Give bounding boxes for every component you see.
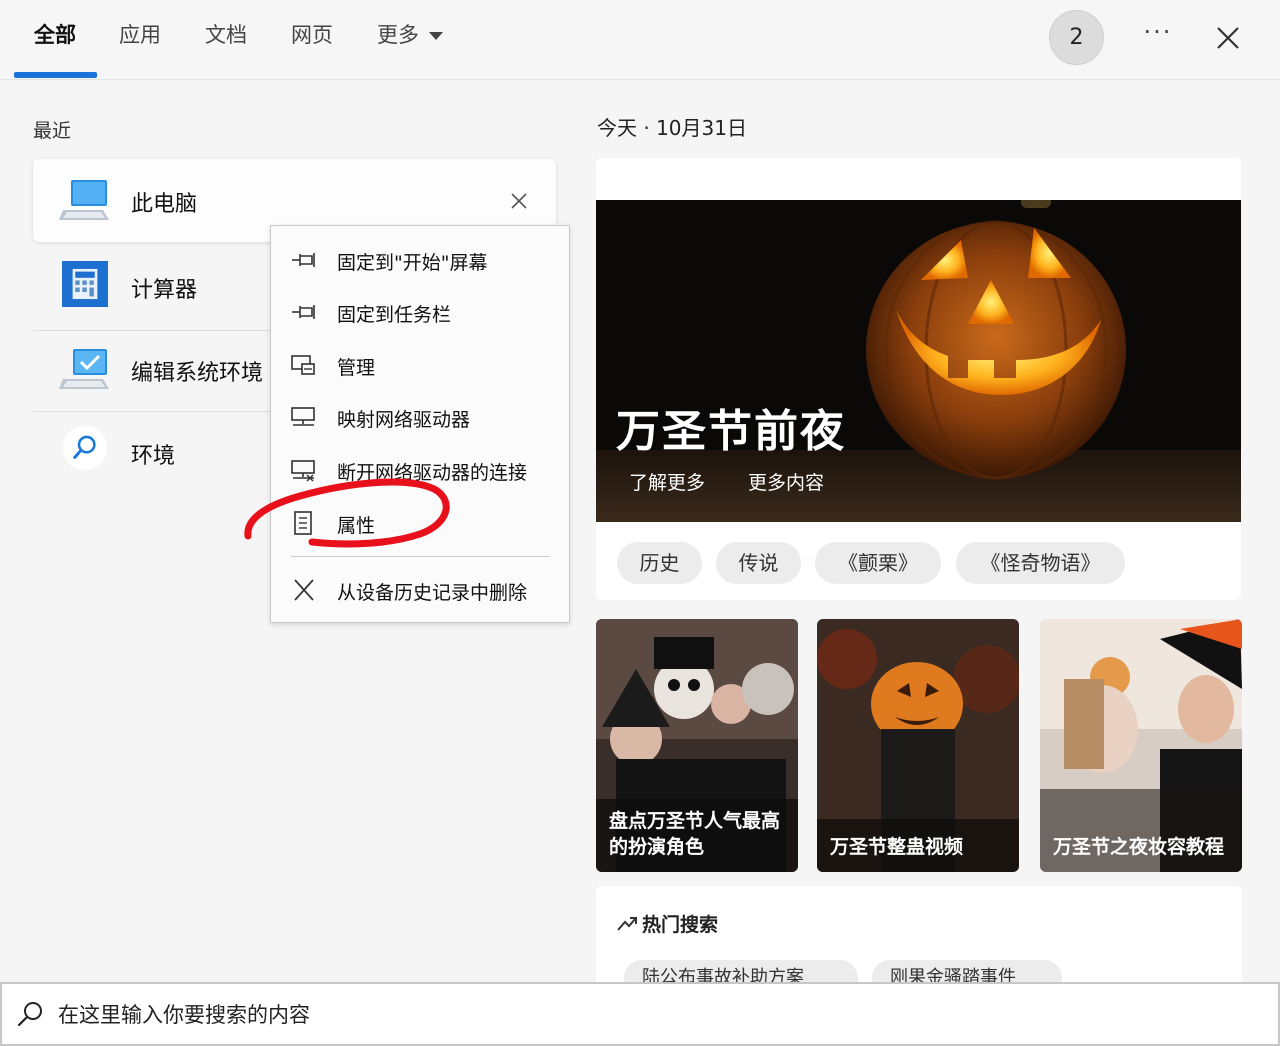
search-icon — [62, 425, 108, 471]
tab-apps[interactable]: 应用 — [119, 20, 161, 60]
menu-item-remove-from-history[interactable]: 从设备历史记录中删除 — [271, 568, 569, 612]
trending-card: 热门搜索 陆公布事故补助方案 刚果金骚踏事件 — [596, 886, 1242, 996]
context-menu: 固定到"开始"屏幕 固定到任务栏 管理 映射网络驱动器 断开网络驱动器的连接 属… — [270, 225, 570, 623]
learn-more-link[interactable]: 了解更多 — [629, 468, 705, 495]
hero-title: 万圣节前夜 — [616, 406, 846, 457]
recent-item-label: 此电脑 — [131, 192, 198, 217]
tab-all[interactable]: 全部 — [34, 20, 76, 60]
chip-thriller[interactable]: 《颤栗》 — [815, 542, 941, 584]
news-card[interactable]: 万圣节之夜妆容教程 — [1040, 619, 1242, 872]
menu-item-label: 映射网络驱动器 — [337, 409, 471, 431]
calculator-icon — [62, 261, 108, 307]
menu-item-label: 断开网络驱动器的连接 — [337, 462, 528, 484]
menu-item-disconnect-network-drive[interactable]: 断开网络驱动器的连接 — [271, 448, 569, 492]
search-window: 全部 应用 文档 网页 更多 2 ··· 最近 此电脑 计算器 编辑系统环境 环… — [0, 0, 1280, 1046]
chevron-down-icon — [429, 32, 443, 40]
menu-item-properties[interactable]: 属性 — [271, 501, 569, 545]
hero-image[interactable]: 万圣节前夜 了解更多 更多内容 — [596, 200, 1241, 522]
chip-history[interactable]: 历史 — [617, 542, 702, 584]
close-icon — [294, 579, 314, 601]
news-card[interactable]: 盘点万圣节人气最高的扮演角色 — [596, 619, 798, 872]
close-icon — [1217, 27, 1239, 49]
menu-item-label: 固定到"开始"屏幕 — [337, 252, 488, 274]
pin-icon — [292, 253, 315, 267]
menu-item-pin-to-taskbar[interactable]: 固定到任务栏 — [271, 290, 569, 334]
more-content-link[interactable]: 更多内容 — [748, 468, 824, 495]
tab-documents[interactable]: 文档 — [205, 20, 247, 60]
search-input[interactable] — [58, 994, 1258, 1036]
more-options-button[interactable]: ··· — [1138, 18, 1178, 54]
menu-item-label: 固定到任务栏 — [337, 304, 452, 326]
manage-icon — [291, 355, 315, 375]
tab-more[interactable]: 更多 — [377, 20, 443, 60]
news-title: 万圣节整蛊视频 — [830, 836, 964, 858]
network-drive-icon — [291, 407, 315, 426]
computer-icon — [59, 180, 109, 220]
search-bar — [0, 982, 1280, 1046]
rewards-badge[interactable]: 2 — [1049, 10, 1104, 65]
news-card[interactable]: 万圣节整蛊视频 — [817, 619, 1019, 872]
recent-item-label: 计算器 — [131, 278, 198, 303]
menu-separator — [291, 556, 550, 557]
search-icon — [17, 1002, 42, 1027]
menu-item-label: 从设备历史记录中删除 — [337, 582, 528, 604]
recent-item-label: 编辑系统环境 — [131, 361, 264, 386]
tab-more-label: 更多 — [377, 23, 419, 47]
close-button[interactable] — [1208, 18, 1248, 58]
menu-item-label: 属性 — [337, 515, 376, 537]
pin-icon — [292, 305, 315, 319]
chip-legend[interactable]: 传说 — [716, 542, 801, 584]
chip-stranger-things[interactable]: 《怪奇物语》 — [956, 542, 1125, 584]
header-bar: 全部 应用 文档 网页 更多 2 ··· — [0, 0, 1280, 80]
system-settings-icon — [59, 349, 109, 389]
menu-item-map-network-drive[interactable]: 映射网络驱动器 — [271, 395, 569, 439]
menu-item-manage[interactable]: 管理 — [271, 343, 569, 387]
trending-title: 热门搜索 — [642, 914, 719, 936]
properties-icon — [294, 511, 312, 535]
recent-item-label: 环境 — [131, 444, 176, 469]
tab-web[interactable]: 网页 — [291, 20, 333, 60]
menu-item-label: 管理 — [337, 357, 376, 379]
active-tab-indicator — [14, 72, 97, 78]
menu-item-pin-to-start[interactable]: 固定到"开始"屏幕 — [271, 238, 569, 282]
today-date: 今天 · 10月31日 — [597, 116, 747, 140]
network-disconnect-icon — [291, 460, 315, 482]
trending-icon — [617, 917, 637, 931]
news-title: 万圣节之夜妆容教程 — [1053, 836, 1225, 858]
recent-section-label: 最近 — [33, 120, 72, 142]
remove-icon[interactable] — [509, 191, 529, 211]
news-title: 盘点万圣节人气最高的扮演角色 — [609, 810, 781, 858]
